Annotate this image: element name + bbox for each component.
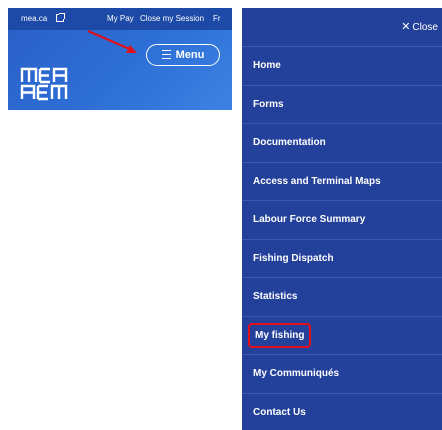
menu-item-labour-force-summary[interactable]: Labour Force Summary <box>242 200 442 239</box>
menu-item-label: Fishing Dispatch <box>253 252 334 264</box>
close-icon: ✕ <box>401 21 411 33</box>
utility-bar: mea.ca My Pay Close my Session Fr <box>8 8 232 30</box>
menu-item-forms[interactable]: Forms <box>242 84 442 124</box>
menu-item-my-communiques[interactable]: My Communiqués <box>242 354 442 393</box>
menu-item-label: Access and Terminal Maps <box>253 175 381 187</box>
menu-item-label: Labour Force Summary <box>253 214 366 225</box>
menu-item-label: Contact Us <box>253 406 306 418</box>
highlight-box: My fishing <box>248 322 312 348</box>
mea-logo[interactable] <box>20 65 74 103</box>
menu-item-label: My Communiqués <box>253 368 340 379</box>
close-session-link[interactable]: Close my Session <box>140 8 204 30</box>
menu-item-fishing-dispatch[interactable]: Fishing Dispatch <box>242 238 442 278</box>
close-menu-button[interactable]: ✕ Close <box>401 20 438 33</box>
menu-button[interactable]: Menu <box>146 44 220 66</box>
menu-item-label: My fishing <box>255 329 305 341</box>
menu-button-label: Menu <box>175 49 205 61</box>
menu-item-label: Statistics <box>253 291 298 302</box>
site-link[interactable]: mea.ca <box>21 8 47 30</box>
menu-item-label: Forms <box>253 98 284 110</box>
menu-item-contact-us[interactable]: Contact Us <box>242 392 442 430</box>
external-link-icon <box>56 13 65 22</box>
close-menu-label: Close <box>412 22 438 33</box>
my-pay-link[interactable]: My Pay <box>107 8 134 30</box>
site-header: mea.ca My Pay Close my Session Fr Menu <box>8 8 232 110</box>
language-toggle-link[interactable]: Fr <box>213 8 221 30</box>
menu-item-statistics[interactable]: Statistics <box>242 277 442 316</box>
navigation-menu-panel: ✕ Close Home Forms Documentation Access a… <box>242 8 442 430</box>
menu-item-label: Documentation <box>253 137 326 148</box>
menu-item-documentation[interactable]: Documentation <box>242 123 442 162</box>
screenshot-canvas: mea.ca My Pay Close my Session Fr Menu ✕… <box>0 0 442 430</box>
menu-item-my-fishing[interactable]: My fishing <box>242 315 442 355</box>
annotation-arrow-icon <box>87 29 137 53</box>
menu-list: Home Forms Documentation Access and Term… <box>242 46 442 430</box>
hamburger-icon <box>161 49 171 59</box>
menu-item-label: Home <box>253 60 281 71</box>
menu-item-home[interactable]: Home <box>242 46 442 85</box>
menu-item-access-terminal-maps[interactable]: Access and Terminal Maps <box>242 161 442 201</box>
